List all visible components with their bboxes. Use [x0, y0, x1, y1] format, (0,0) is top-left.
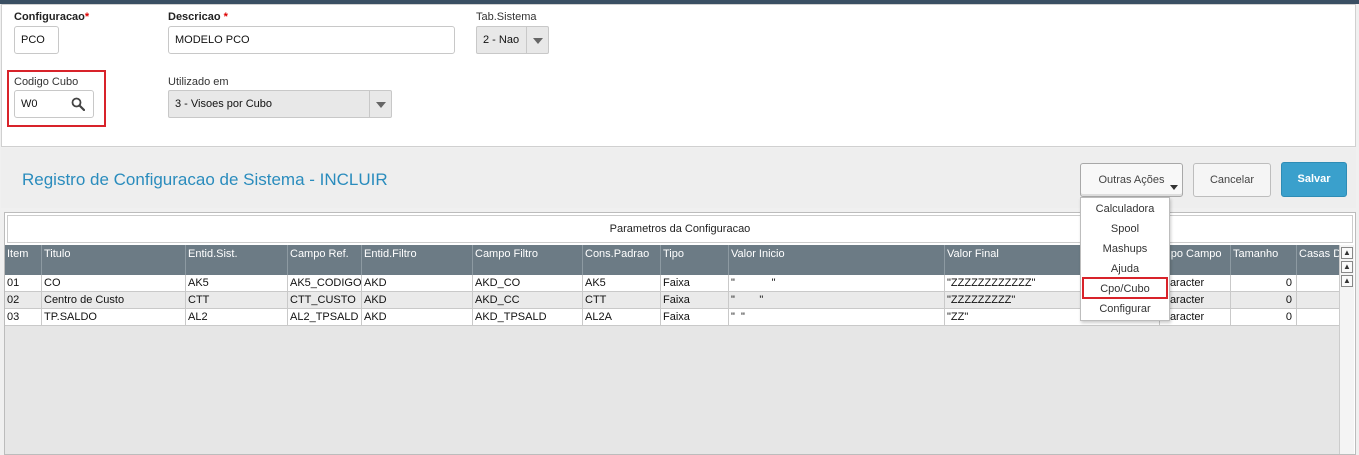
table-cell: Caracter: [1160, 309, 1231, 326]
save-button[interactable]: Salvar: [1281, 162, 1347, 197]
column-header[interactable]: Cons.Padrao: [583, 245, 661, 275]
page-title: Registro de Configuracao de Sistema - IN…: [22, 170, 388, 189]
table-cell: CO: [42, 275, 186, 292]
table-cell: 03: [5, 309, 42, 326]
menu-item-spool[interactable]: Spool: [1081, 219, 1169, 239]
table-cell: AK5: [583, 275, 661, 292]
outras-acoes-menu: Calculadora Spool Mashups Ajuda Cpo/Cubo…: [1080, 197, 1170, 321]
column-header[interactable]: Item: [5, 245, 42, 275]
column-header[interactable]: Entid.Filtro: [362, 245, 473, 275]
table-cell: 0: [1231, 292, 1297, 309]
table-cell: " ": [729, 309, 945, 326]
table-cell: 02: [5, 292, 42, 309]
table-cell: " ": [729, 292, 945, 309]
column-header[interactable]: Tamanho: [1231, 245, 1297, 275]
vertical-scrollbar[interactable]: ▲ ▲ ▲: [1339, 245, 1354, 454]
table-cell: AK5_CODIGO: [288, 275, 362, 292]
caret-down-icon: [1170, 185, 1178, 190]
utilizado-em-label: Utilizado em: [168, 76, 229, 88]
tab-sistema-select[interactable]: 2 - Nao: [476, 26, 549, 54]
column-header[interactable]: Tipo Campo: [1160, 245, 1231, 275]
table-cell: [1297, 292, 1340, 309]
column-header[interactable]: Titulo: [42, 245, 186, 275]
chevron-down-icon[interactable]: [526, 27, 548, 53]
cancel-button[interactable]: Cancelar: [1193, 163, 1271, 197]
descricao-label: Descricao *: [168, 11, 228, 23]
column-header[interactable]: Casas D: [1297, 245, 1340, 275]
column-header[interactable]: Tipo: [661, 245, 729, 275]
outras-acoes-button[interactable]: Outras Ações: [1080, 163, 1183, 197]
table-cell: AKD: [362, 275, 473, 292]
table-cell: Faixa: [661, 309, 729, 326]
table-cell: Faixa: [661, 275, 729, 292]
table-cell: CTT_CUSTO: [288, 292, 362, 309]
search-icon[interactable]: [71, 97, 85, 111]
required-mark: *: [84, 11, 90, 23]
table-cell: TP.SALDO: [42, 309, 186, 326]
scroll-up-icon[interactable]: ▲: [1341, 275, 1353, 287]
column-header[interactable]: Valor Inicio: [729, 245, 945, 275]
scroll-top-icon[interactable]: ▲: [1341, 247, 1353, 259]
column-header[interactable]: Entid.Sist.: [186, 245, 288, 275]
column-header[interactable]: Campo Filtro: [473, 245, 583, 275]
codigo-cubo-value: W0: [21, 98, 38, 110]
table-cell: AKD: [362, 309, 473, 326]
required-mark: *: [223, 11, 228, 23]
configuracao-input[interactable]: PCO: [14, 26, 59, 54]
menu-item-mashups[interactable]: Mashups: [1081, 239, 1169, 259]
table-cell: 01: [5, 275, 42, 292]
column-header[interactable]: Campo Ref.: [288, 245, 362, 275]
table-cell: AL2_TPSALD: [288, 309, 362, 326]
grid-empty-area: [5, 326, 1340, 454]
table-cell: AKD: [362, 292, 473, 309]
configuracao-label-text: Configuracao: [14, 11, 85, 23]
descricao-label-text: Descricao: [168, 11, 224, 23]
table-cell: " ": [729, 275, 945, 292]
configuracao-label: Configuracao*: [14, 11, 89, 23]
table-cell: 0: [1231, 275, 1297, 292]
table-cell: [1297, 309, 1340, 326]
table-cell: [1297, 275, 1340, 292]
table-cell: AKD_TPSALD: [473, 309, 583, 326]
chevron-down-icon[interactable]: [369, 91, 391, 117]
table-cell: CTT: [186, 292, 288, 309]
table-cell: Caracter: [1160, 292, 1231, 309]
table-cell: AK5: [186, 275, 288, 292]
menu-item-calculadora[interactable]: Calculadora: [1081, 199, 1169, 219]
table-cell: AKD_CC: [473, 292, 583, 309]
table-cell: CTT: [583, 292, 661, 309]
descricao-input[interactable]: MODELO PCO: [168, 26, 455, 54]
utilizado-em-select[interactable]: 3 - Visoes por Cubo: [168, 90, 392, 118]
table-cell: Faixa: [661, 292, 729, 309]
menu-item-configurar[interactable]: Configurar: [1081, 299, 1169, 319]
table-cell: AL2: [186, 309, 288, 326]
codigo-cubo-input[interactable]: W0: [14, 90, 94, 118]
table-cell: 0: [1231, 309, 1297, 326]
codigo-cubo-label: Codigo Cubo: [14, 76, 79, 88]
tab-sistema-value: 2 - Nao: [483, 34, 520, 46]
table-cell: AL2A: [583, 309, 661, 326]
cpo-cubo-highlight: [1082, 277, 1168, 299]
outras-acoes-label: Outras Ações: [1098, 174, 1165, 186]
table-cell: Caracter: [1160, 275, 1231, 292]
menu-item-ajuda[interactable]: Ajuda: [1081, 259, 1169, 279]
scroll-page-up-icon[interactable]: ▲: [1341, 261, 1353, 273]
tab-sistema-label: Tab.Sistema: [476, 11, 537, 23]
table-cell: Centro de Custo: [42, 292, 186, 309]
utilizado-em-value: 3 - Visoes por Cubo: [175, 98, 273, 110]
table-cell: AKD_CO: [473, 275, 583, 292]
